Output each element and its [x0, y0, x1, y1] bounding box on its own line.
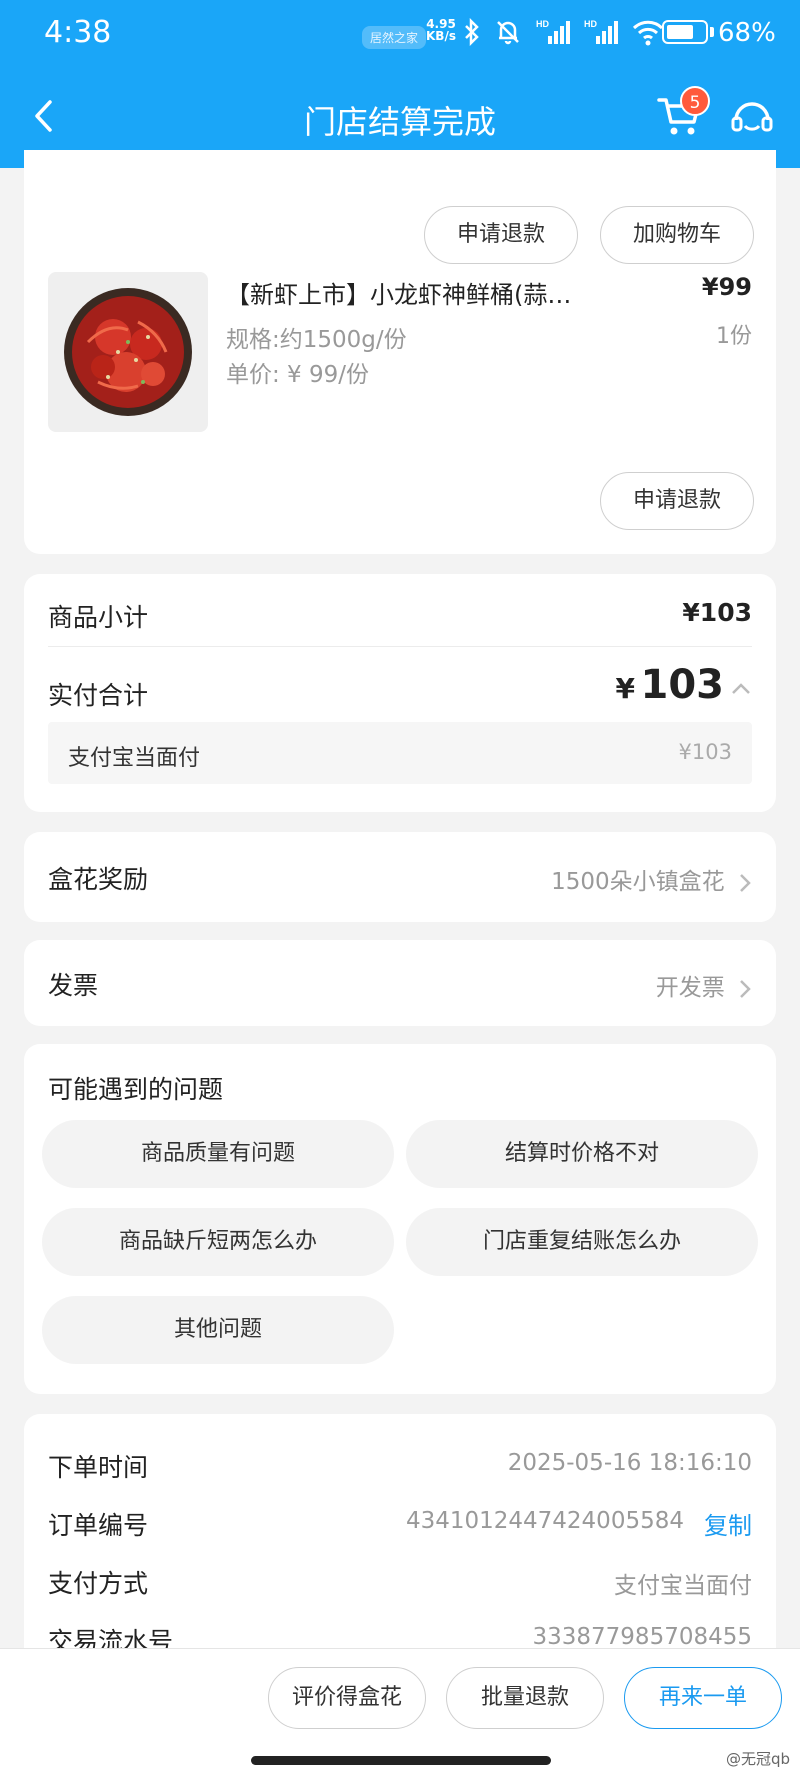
- product-price: ¥99: [701, 273, 752, 301]
- product-image[interactable]: [48, 272, 208, 432]
- reward-row[interactable]: 盒花奖励 1500朵小镇盒花: [24, 832, 776, 922]
- product-card: 申请退款 加购物车 【新虾上市】小龙虾神鲜桶(蒜… 规格:约1500g/份 单价…: [24, 150, 776, 554]
- order-number-value: 4341012447424005584: [405, 1508, 684, 1534]
- refund-button[interactable]: 申请退款: [600, 472, 754, 530]
- subtotal-value: ¥103: [682, 598, 752, 627]
- issues-card: 可能遇到的问题 商品质量有问题 结算时价格不对 商品缺斤短两怎么办 门店重复结账…: [24, 1044, 776, 1394]
- battery-percent: 68%: [718, 18, 776, 48]
- status-bar: 4:38 居然之家 4.95 KB/s HD HD 68%: [0, 0, 800, 66]
- issue-other[interactable]: 其他问题: [42, 1296, 394, 1364]
- status-icons: HD HD: [464, 18, 664, 46]
- net-speed: 4.95 KB/s: [426, 17, 456, 43]
- product-quantity: 1份: [716, 324, 752, 349]
- summary-card: 商品小计 ¥103 实付合计 ¥ 103 支付宝当面付 ¥103: [24, 574, 776, 812]
- payment-method-label: 支付宝当面付: [68, 746, 201, 771]
- total-amount: ¥ 103: [615, 662, 724, 708]
- mute-bell-icon: [497, 21, 519, 45]
- payment-method-label: 支付方式: [48, 1569, 149, 1598]
- invoice-label: 发票: [48, 971, 99, 1000]
- svg-text:HD: HD: [584, 19, 597, 29]
- battery-icon: [662, 20, 708, 44]
- wifi-icon: [632, 20, 664, 46]
- total-value: 103: [640, 662, 725, 708]
- batch-refund-button[interactable]: 批量退款: [446, 1667, 604, 1729]
- cart-badge: 5: [680, 86, 710, 116]
- svg-text:HD: HD: [536, 19, 549, 29]
- collapse-chevron-icon[interactable]: [730, 678, 752, 700]
- watermark-label: 居然之家: [362, 26, 427, 49]
- payment-method-value: 支付宝当面付: [614, 1573, 752, 1599]
- chevron-right-icon: [740, 979, 751, 998]
- signal-icon-2: HD: [584, 19, 618, 44]
- refund-button-prev[interactable]: 申请退款: [424, 206, 578, 264]
- review-button[interactable]: 评价得盒花: [268, 1667, 426, 1729]
- add-to-cart-button[interactable]: 加购物车: [600, 206, 754, 264]
- subtotal-label: 商品小计: [48, 603, 149, 632]
- payment-method-value: ¥103: [678, 740, 732, 764]
- issue-duplicate-charge[interactable]: 门店重复结账怎么办: [406, 1208, 758, 1276]
- issue-short-weight[interactable]: 商品缺斤短两怎么办: [42, 1208, 394, 1276]
- issue-price-wrong[interactable]: 结算时价格不对: [406, 1120, 758, 1188]
- order-time-value: 2025-05-16 18:16:10: [507, 1450, 752, 1476]
- order-info-card: 下单时间 2025-05-16 18:16:10 订单编号 4341012447…: [24, 1414, 776, 1674]
- crayfish-bucket-image: [64, 288, 192, 416]
- reward-label: 盒花奖励: [48, 865, 149, 894]
- corner-watermark: @无冠qb: [725, 1750, 790, 1768]
- product-unit-price: 单价: ¥ 99/份: [226, 362, 370, 388]
- order-number-label: 订单编号: [48, 1511, 149, 1540]
- invoice-row[interactable]: 发票 开发票: [24, 940, 776, 1026]
- total-label: 实付合计: [48, 681, 149, 710]
- trade-number-value: 333877985708455: [532, 1624, 753, 1650]
- chevron-right-icon: [740, 873, 751, 892]
- reward-value: 1500朵小镇盒花: [551, 862, 752, 896]
- total-currency: ¥: [615, 672, 635, 705]
- invoice-value: 开发票: [656, 968, 752, 1002]
- divider: [48, 646, 752, 647]
- bluetooth-icon: [465, 18, 479, 46]
- payment-detail-row: 支付宝当面付 ¥103: [48, 722, 752, 784]
- order-time-label: 下单时间: [48, 1453, 149, 1482]
- product-name[interactable]: 【新虾上市】小龙虾神鲜桶(蒜…: [226, 275, 626, 310]
- signal-icon: HD: [536, 19, 570, 44]
- issues-title: 可能遇到的问题: [48, 1075, 224, 1104]
- customer-service-icon[interactable]: [728, 94, 776, 142]
- status-time: 4:38: [44, 15, 112, 50]
- home-indicator[interactable]: [251, 1756, 551, 1765]
- issue-quality[interactable]: 商品质量有问题: [42, 1120, 394, 1188]
- reorder-button[interactable]: 再来一单: [624, 1667, 782, 1729]
- product-spec: 规格:约1500g/份: [226, 327, 407, 353]
- copy-button[interactable]: 复制: [704, 1506, 752, 1541]
